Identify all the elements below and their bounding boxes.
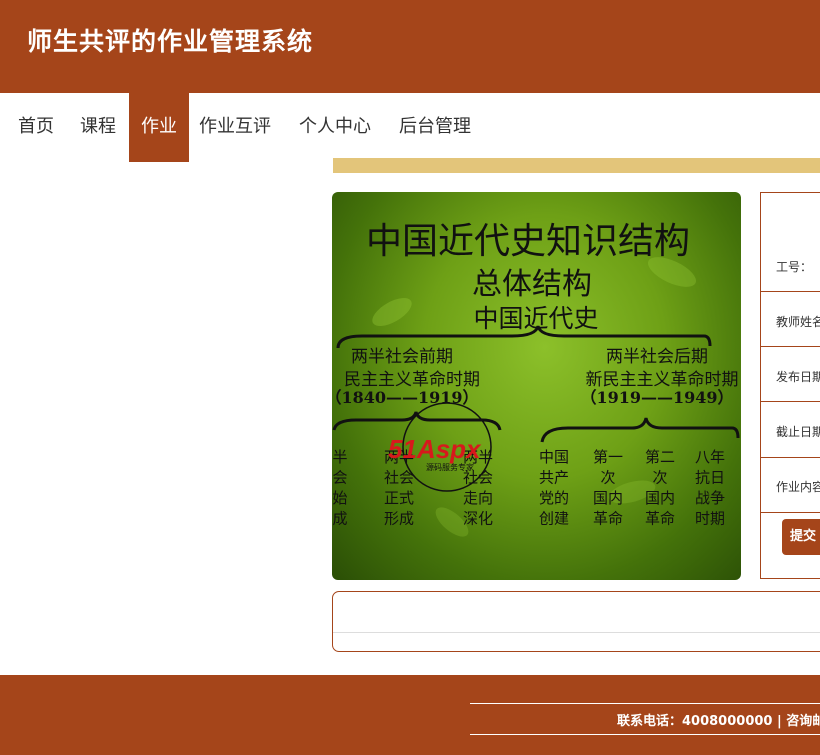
field-label-teacher-id: 工号： bbox=[776, 260, 813, 274]
left-col-2-row-3: 深化 bbox=[463, 510, 493, 528]
right-col-3-row-2: 战争 bbox=[695, 489, 725, 507]
right-col-0-row-2: 党的 bbox=[539, 489, 569, 507]
homework-form-panel: 工号： 教师姓名 发布日期 截止日期 作业内容 提交 bbox=[760, 192, 820, 579]
left-col-0-row-2: 始 bbox=[332, 489, 347, 507]
field-label-content: 作业内容 bbox=[776, 480, 820, 494]
footer-divider-top bbox=[470, 703, 820, 704]
left-col-1-row-3: 形成 bbox=[384, 510, 414, 528]
field-label-deadline: 截止日期 bbox=[776, 425, 820, 439]
right-sub-brace bbox=[540, 417, 740, 443]
right-col-0-row-0: 中国 bbox=[539, 448, 569, 466]
right-branch-line2: 新民主主义革命时期 bbox=[586, 370, 739, 390]
nav-item-courses[interactable]: 课程 bbox=[80, 93, 116, 162]
right-col-1-row-0: 第一 bbox=[593, 448, 623, 466]
site-title: 师生共评的作业管理系统 bbox=[27, 27, 314, 56]
right-col-3-row-3: 时期 bbox=[695, 510, 725, 528]
right-col-3-row-1: 抗日 bbox=[695, 469, 725, 487]
form-row-id: 工号： bbox=[761, 193, 820, 292]
left-branch-line1: 两半社会前期 bbox=[351, 347, 453, 367]
nav-item-homework[interactable]: 作业 bbox=[129, 93, 189, 162]
left-col-2-row-2: 走向 bbox=[463, 489, 493, 507]
footer-contact: 联系电话：4008000000 | 咨询邮箱 bbox=[617, 714, 820, 729]
nav-item-home[interactable]: 首页 bbox=[18, 93, 54, 162]
site-footer: 联系电话：4008000000 | 咨询邮箱 bbox=[0, 675, 820, 755]
right-col-0-row-1: 共产 bbox=[539, 469, 569, 487]
nav-item-personal-center[interactable]: 个人中心 bbox=[299, 93, 371, 162]
left-col-1-row-2: 正式 bbox=[384, 489, 414, 507]
form-row-teacher-name: 教师姓名 bbox=[761, 292, 820, 347]
right-col-1-row-1: 次 bbox=[600, 469, 615, 487]
main-nav: 首页 课程 作业 作业互评 个人中心 后台管理 bbox=[0, 93, 820, 162]
left-col-0-row-0: 半 bbox=[332, 448, 347, 466]
form-row-content: 作业内容 bbox=[761, 458, 820, 513]
accent-bar bbox=[333, 158, 820, 173]
form-row-deadline: 截止日期 bbox=[761, 402, 820, 458]
history-structure-slide: 中国近代史知识结构 总体结构 中国近代史 两半社会前期 民主主义革命时期 （18… bbox=[332, 221, 740, 537]
watermark-slogan: 源码服务专家 bbox=[426, 462, 474, 472]
right-col-2-row-3: 革命 bbox=[645, 510, 675, 528]
slide-subtitle: 总体结构 bbox=[472, 267, 592, 302]
left-branch-line2: 民主主义革命时期 bbox=[344, 370, 480, 390]
watermark-brand: 51Aspx bbox=[388, 434, 482, 464]
right-col-2-row-1: 次 bbox=[652, 469, 667, 487]
right-branch-years: （1919——1949） bbox=[580, 388, 733, 407]
left-col-0-row-3: 成 bbox=[332, 510, 347, 528]
nav-item-admin[interactable]: 后台管理 bbox=[399, 93, 471, 162]
homework-image: 中国近代史知识结构 总体结构 中国近代史 两半社会前期 民主主义革命时期 （18… bbox=[332, 192, 741, 580]
site-header: 师生共评的作业管理系统 bbox=[0, 0, 820, 93]
comment-divider bbox=[333, 632, 820, 633]
left-col-0-row-1: 会 bbox=[332, 469, 347, 487]
comment-panel bbox=[332, 591, 820, 652]
right-col-2-row-2: 国内 bbox=[645, 489, 675, 507]
submit-button[interactable]: 提交 bbox=[782, 519, 820, 555]
right-col-2-row-0: 第二 bbox=[645, 448, 675, 466]
form-row-publish-date: 发布日期 bbox=[761, 347, 820, 402]
slide-title: 中国近代史知识结构 bbox=[366, 221, 690, 262]
nav-item-peer-review[interactable]: 作业互评 bbox=[199, 93, 271, 162]
right-col-0-row-3: 创建 bbox=[539, 510, 569, 528]
right-col-3-row-0: 八年 bbox=[695, 448, 725, 466]
right-branch-line1: 两半社会后期 bbox=[606, 347, 708, 367]
field-label-publish-date: 发布日期 bbox=[776, 370, 820, 384]
right-col-1-row-3: 革命 bbox=[593, 510, 623, 528]
footer-divider-bottom bbox=[470, 734, 820, 735]
field-label-teacher-name: 教师姓名 bbox=[776, 315, 820, 329]
right-col-1-row-2: 国内 bbox=[593, 489, 623, 507]
